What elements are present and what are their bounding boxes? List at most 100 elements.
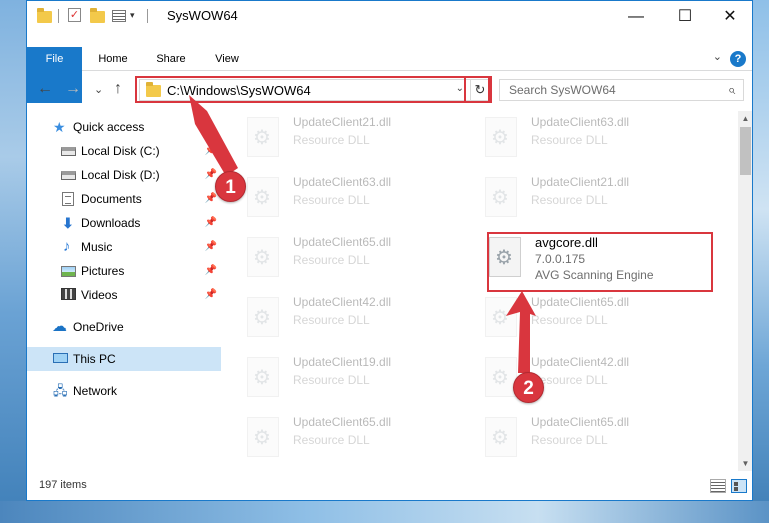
file-item[interactable]: UpdateClient21.dll Resource DLL — [485, 171, 715, 227]
separator — [58, 9, 59, 23]
vertical-scrollbar[interactable]: ▲ ▼ — [738, 111, 752, 471]
dll-file-icon — [485, 117, 517, 157]
sidebar-item-network[interactable]: 🖧 Network — [27, 379, 221, 403]
videos-icon — [61, 288, 76, 300]
dll-file-icon — [247, 237, 279, 277]
refresh-highlight-box — [464, 76, 492, 103]
sidebar-item-local-disk-c[interactable]: Local Disk (C:) 📌 — [27, 139, 221, 163]
scroll-up-arrow-icon[interactable]: ▲ — [738, 111, 752, 126]
file-name: UpdateClient19.dll — [293, 355, 392, 369]
sidebar-item-pictures[interactable]: Pictures 📌 — [27, 259, 221, 283]
file-explorer-window: ✓ ▾ SysWOW64 — ☐ ✕ File Home Share View … — [26, 0, 753, 501]
back-arrow-icon[interactable]: ← — [37, 80, 53, 98]
dll-file-icon — [247, 177, 279, 217]
dll-file-icon — [485, 177, 517, 217]
sidebar-item-documents[interactable]: Documents 📌 — [27, 187, 221, 211]
pin-icon[interactable]: 📌 — [205, 235, 217, 259]
tab-share[interactable]: Share — [145, 47, 197, 71]
file-highlight-box — [487, 232, 713, 292]
status-bar: 197 items — [27, 473, 752, 500]
callout-2: 2 — [513, 372, 544, 403]
desktop-background-left — [0, 0, 26, 523]
dll-file-icon — [247, 297, 279, 337]
sidebar-item-downloads[interactable]: ⬇ Downloads 📌 — [27, 211, 221, 235]
scroll-down-arrow-icon[interactable]: ▼ — [738, 456, 752, 471]
file-description: Resource DLL — [293, 373, 370, 387]
window-title: SysWOW64 — [167, 8, 238, 23]
sidebar-item-videos[interactable]: Videos 📌 — [27, 283, 221, 307]
callout-1: 1 — [215, 171, 246, 202]
scrollbar-thumb[interactable] — [740, 127, 751, 175]
file-description: Resource DLL — [531, 133, 608, 147]
maximize-button[interactable]: ☐ — [662, 1, 708, 32]
ribbon-tabs: File Home Share View ⌄ ? — [27, 47, 752, 103]
file-description: Resource DLL — [531, 313, 608, 327]
dll-file-icon — [485, 297, 517, 337]
file-item[interactable]: UpdateClient65.dll Resource DLL — [485, 411, 715, 467]
file-item[interactable]: UpdateClient65.dll Resource DLL — [247, 411, 477, 467]
sidebar-item-quick-access[interactable]: ★ Quick access — [27, 115, 221, 139]
large-icons-view-icon[interactable] — [731, 479, 747, 493]
sidebar-item-label: Downloads — [81, 216, 141, 230]
file-item[interactable]: UpdateClient21.dll Resource DLL — [247, 111, 477, 167]
minimize-button[interactable]: — — [613, 1, 659, 32]
file-name: UpdateClient63.dll — [531, 115, 630, 129]
sidebar-item-label: Local Disk (C:) — [81, 144, 160, 158]
cloud-icon: ☁ — [52, 318, 67, 335]
close-button[interactable]: ✕ — [707, 1, 752, 32]
file-item[interactable]: UpdateClient19.dll Resource DLL — [247, 351, 477, 407]
details-view-icon[interactable] — [710, 479, 726, 493]
file-name: UpdateClient65.dll — [293, 235, 392, 249]
dll-file-icon — [485, 357, 517, 397]
dll-file-icon — [247, 357, 279, 397]
search-input[interactable]: Search SysWOW64 ⌕ — [499, 79, 744, 101]
sidebar-item-music[interactable]: ♪ Music 📌 — [27, 235, 221, 259]
folder-icon — [37, 8, 53, 24]
file-name: UpdateClient21.dll — [531, 175, 630, 189]
file-description: Resource DLL — [293, 133, 370, 147]
pin-icon[interactable]: 📌 — [205, 211, 217, 235]
file-item[interactable]: UpdateClient63.dll Resource DLL — [485, 111, 715, 167]
sidebar-item-label: Music — [81, 240, 113, 254]
file-list: UpdateClient21.dll Resource DLL UpdateCl… — [223, 111, 738, 471]
file-description: Resource DLL — [293, 193, 370, 207]
pin-icon[interactable]: 📌 — [205, 139, 217, 163]
file-item[interactable]: UpdateClient65.dll Resource DLL — [485, 291, 715, 347]
sidebar-item-label: Videos — [81, 288, 118, 302]
recent-locations-chevron-icon[interactable]: ⌄ — [94, 81, 103, 99]
sidebar-item-label: Local Disk (D:) — [81, 168, 160, 182]
expand-ribbon-chevron-icon[interactable]: ⌄ — [713, 50, 722, 63]
sidebar-item-label: Quick access — [73, 120, 145, 134]
forward-arrow-icon[interactable]: → — [65, 80, 81, 98]
up-arrow-icon[interactable]: ↑ — [114, 80, 122, 98]
file-item[interactable]: UpdateClient63.dll Resource DLL — [247, 171, 477, 227]
star-icon: ★ — [53, 119, 66, 135]
dll-file-icon — [485, 417, 517, 457]
title-bar: ✓ ▾ SysWOW64 — ☐ ✕ — [27, 1, 752, 32]
tab-home[interactable]: Home — [87, 47, 139, 71]
help-icon[interactable]: ? — [730, 51, 746, 67]
sidebar-item-local-disk-d[interactable]: Local Disk (D:) 📌 — [27, 163, 221, 187]
file-name: UpdateClient42.dll — [531, 355, 630, 369]
file-name: UpdateClient21.dll — [293, 115, 392, 129]
properties-icon[interactable] — [112, 8, 128, 24]
tab-view[interactable]: View — [201, 47, 253, 71]
sidebar-item-label: Pictures — [81, 264, 125, 278]
file-item[interactable]: UpdateClient42.dll Resource DLL — [247, 291, 477, 347]
computer-icon — [53, 353, 68, 363]
sidebar-item-onedrive[interactable]: ☁ OneDrive — [27, 315, 221, 339]
sidebar-item-this-pc[interactable]: This PC — [27, 347, 221, 371]
sidebar-item-label: Documents — [81, 192, 142, 206]
drive-icon — [61, 147, 76, 156]
file-name: UpdateClient65.dll — [293, 415, 392, 429]
dll-file-icon — [247, 417, 279, 457]
pin-icon[interactable]: 📌 — [205, 283, 217, 307]
pin-icon[interactable]: 📌 — [205, 259, 217, 283]
properties-check-icon[interactable]: ✓ — [68, 8, 84, 24]
file-item[interactable]: UpdateClient65.dll Resource DLL — [247, 231, 477, 287]
customize-toolbar-chevron-icon[interactable]: ▾ — [130, 10, 146, 26]
new-folder-icon[interactable] — [90, 8, 106, 24]
music-icon: ♪ — [63, 238, 71, 255]
search-icon[interactable]: ⌕ — [728, 82, 735, 98]
download-icon: ⬇ — [62, 215, 74, 231]
